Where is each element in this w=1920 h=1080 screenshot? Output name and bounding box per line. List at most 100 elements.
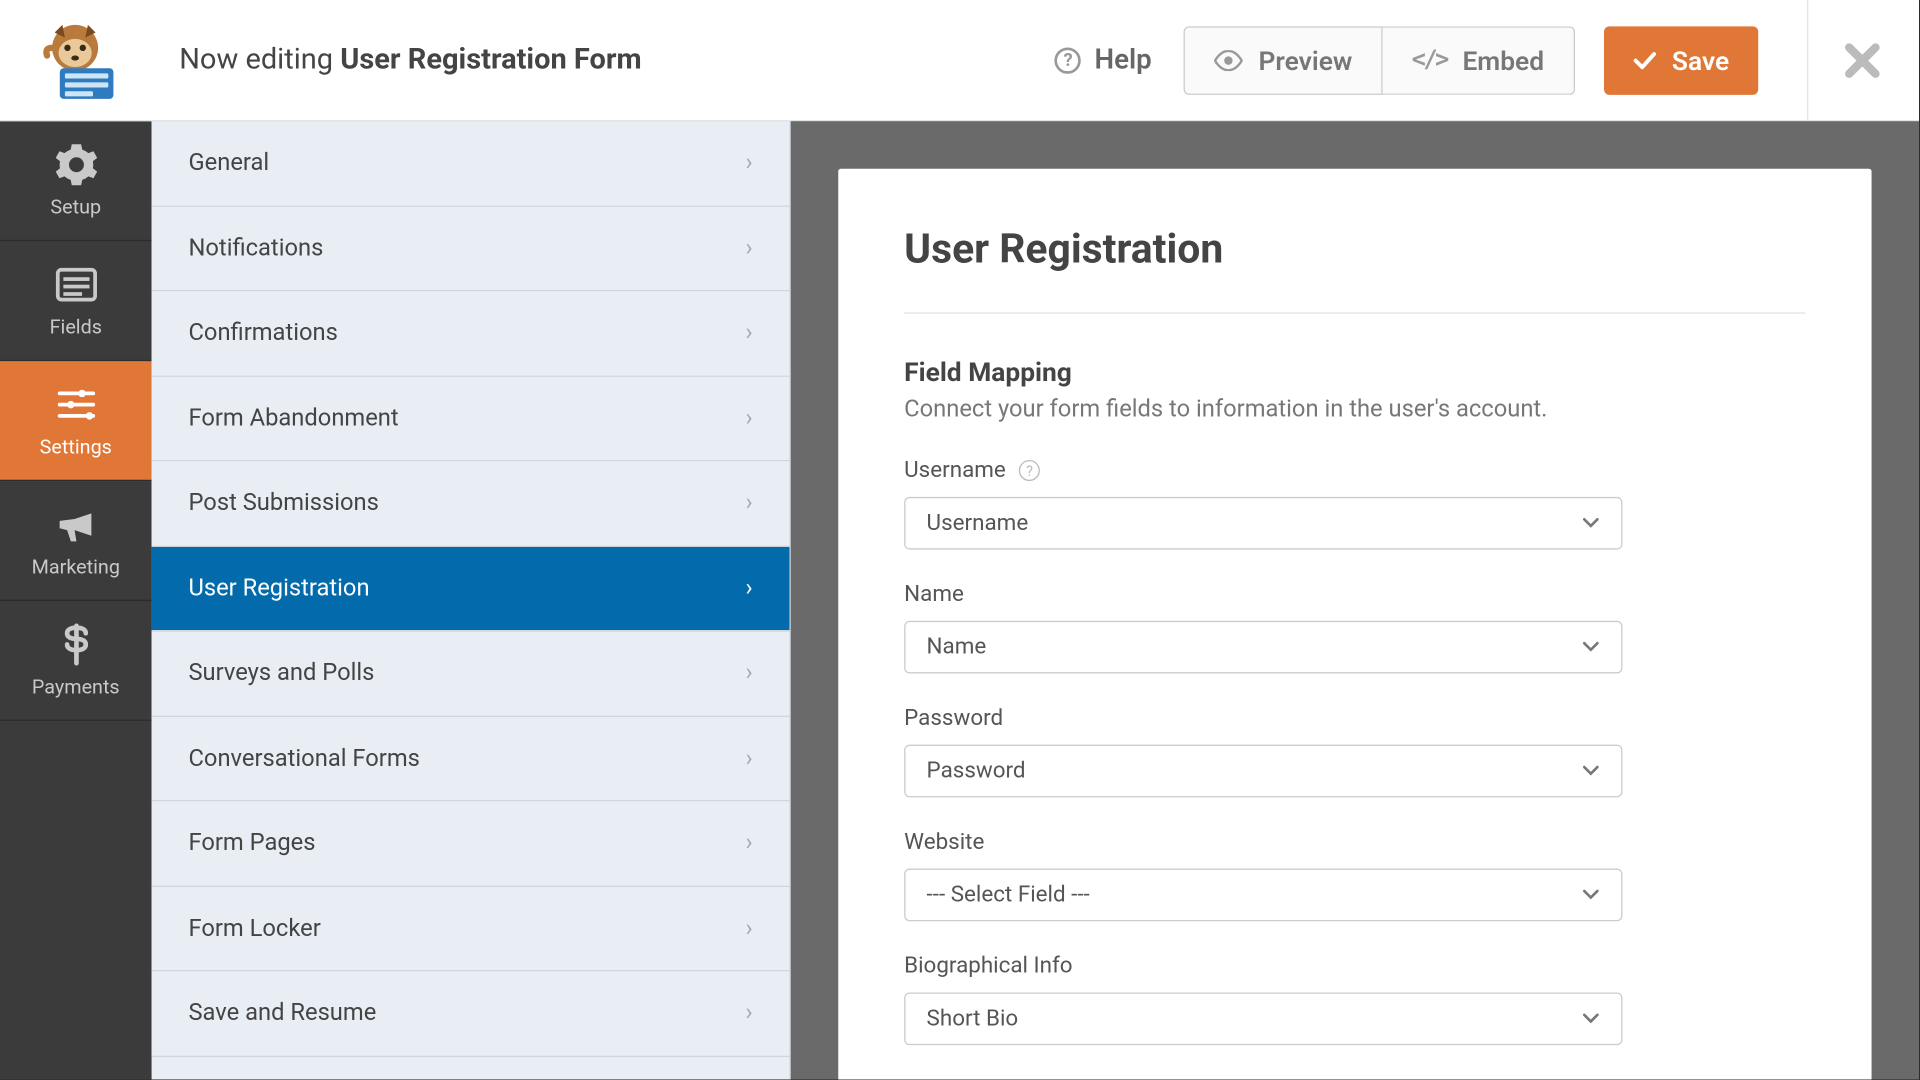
- username-select[interactable]: Username: [904, 497, 1622, 550]
- preview-label: Preview: [1258, 44, 1352, 76]
- select-value: Password: [927, 758, 1026, 784]
- field-mapping-website: Website --- Select Field ---: [904, 829, 1806, 921]
- submenu-item-confirmations[interactable]: Confirmations›: [152, 291, 790, 376]
- gear-icon: [53, 142, 98, 187]
- sidebar-item-fields[interactable]: Fields: [0, 241, 152, 361]
- save-button[interactable]: Save: [1603, 26, 1758, 95]
- submenu-label: Notifications: [188, 234, 323, 262]
- close-icon[interactable]: [1843, 40, 1883, 80]
- submenu-label: Form Pages: [188, 829, 315, 857]
- section-title: Field Mapping: [904, 356, 1806, 388]
- sidebar-label: Payments: [32, 675, 120, 699]
- submenu-item-notifications[interactable]: Notifications ›: [152, 206, 790, 291]
- chevron-right-icon: ›: [745, 574, 752, 602]
- chevron-right-icon: ›: [745, 914, 752, 942]
- submenu-label: User Registration: [188, 574, 369, 602]
- submenu-item-form-abandonment[interactable]: Form Abandonment ›: [152, 376, 790, 461]
- preview-embed-group: Preview </> Embed: [1183, 26, 1574, 95]
- sidebar-label: Setup: [50, 195, 101, 219]
- select-value: Username: [927, 510, 1029, 536]
- sidebar-item-setup[interactable]: Setup: [0, 121, 152, 241]
- select-value: Short Bio: [927, 1006, 1019, 1032]
- editing-prefix: Now editing: [179, 43, 340, 76]
- submenu-label: Post Submissions: [188, 489, 378, 517]
- submenu-item-general[interactable]: General ›: [152, 121, 790, 206]
- editing-status: Now editing User Registration Form: [179, 43, 641, 76]
- chevron-right-icon: ›: [745, 319, 752, 347]
- dollar-icon: [53, 622, 98, 667]
- submenu-label: Conversational Forms: [188, 744, 419, 772]
- help-link[interactable]: ? Help: [1055, 44, 1152, 76]
- submenu-item-conversational-forms[interactable]: Conversational Forms ›: [152, 716, 790, 801]
- chevron-right-icon: ›: [745, 744, 752, 772]
- preview-button[interactable]: Preview: [1183, 26, 1382, 95]
- divider: [904, 312, 1806, 313]
- chevron-right-icon: ›: [745, 404, 752, 432]
- field-mapping-bio: Biographical Info Short Bio: [904, 953, 1806, 1045]
- sidebar-item-payments[interactable]: Payments: [0, 601, 152, 721]
- settings-submenu: General › Notifications › Confirmations› F…: [152, 121, 791, 1079]
- field-label: Biographical Info: [904, 953, 1072, 979]
- help-icon: ?: [1055, 47, 1081, 73]
- bio-select[interactable]: Short Bio: [904, 992, 1622, 1045]
- code-icon: </>: [1412, 46, 1447, 74]
- sidebar-label: Fields: [50, 315, 102, 339]
- field-label: Username: [904, 457, 1006, 483]
- list-icon: [53, 262, 98, 307]
- submenu-label: Surveys and Polls: [188, 659, 374, 687]
- app-logo: [24, 19, 127, 101]
- sidebar-item-marketing[interactable]: Marketing: [0, 481, 152, 601]
- save-label: Save: [1672, 44, 1729, 76]
- embed-label: Embed: [1462, 44, 1544, 76]
- submenu-item-save-and-resume[interactable]: Save and Resume ›: [152, 971, 790, 1056]
- form-name: User Registration Form: [340, 43, 641, 76]
- chevron-down-icon: [1582, 888, 1600, 901]
- field-mapping-username: Username ? Username: [904, 457, 1806, 549]
- submenu-label: Save and Resume: [188, 999, 376, 1027]
- chevron-right-icon: ›: [745, 149, 752, 177]
- builder-canvas: User Registration Field Mapping Connect …: [791, 121, 1919, 1079]
- form-builder-topbar: Now editing User Registration Form ? Hel…: [0, 0, 1919, 121]
- select-value: Name: [927, 634, 987, 660]
- chevron-right-icon: ›: [745, 489, 752, 517]
- divider: [1807, 0, 1808, 120]
- chevron-down-icon: [1582, 764, 1600, 777]
- chevron-down-icon: [1582, 517, 1600, 530]
- primary-sidebar: Setup Fields Settings Marketing Payments: [0, 121, 152, 1079]
- chevron-down-icon: [1582, 1012, 1600, 1025]
- sidebar-label: Marketing: [32, 555, 120, 579]
- field-mapping-name: Name Name: [904, 581, 1806, 673]
- chevron-right-icon: ›: [745, 999, 752, 1027]
- select-value: --- Select Field ---: [927, 882, 1090, 908]
- name-select[interactable]: Name: [904, 621, 1622, 674]
- sidebar-label: Settings: [40, 435, 112, 459]
- bullhorn-icon: [53, 502, 98, 547]
- help-label: Help: [1094, 44, 1151, 76]
- chevron-down-icon: [1582, 641, 1600, 654]
- submenu-item-user-registration[interactable]: User Registration ›: [152, 546, 790, 631]
- chevron-right-icon: ›: [745, 234, 752, 262]
- panel-title: User Registration: [904, 224, 1806, 273]
- chevron-right-icon: ›: [745, 829, 752, 857]
- user-registration-panel: User Registration Field Mapping Connect …: [838, 169, 1871, 1080]
- password-select[interactable]: Password: [904, 745, 1622, 798]
- submenu-label: Form Locker: [188, 914, 320, 942]
- field-label: Name: [904, 581, 964, 607]
- field-mapping-password: Password Password: [904, 705, 1806, 797]
- submenu-item-surveys-and-polls[interactable]: Surveys and Polls ›: [152, 631, 790, 716]
- field-label: Password: [904, 705, 1003, 731]
- check-icon: [1632, 51, 1656, 69]
- sidebar-item-settings[interactable]: Settings: [0, 361, 152, 481]
- website-select[interactable]: --- Select Field ---: [904, 869, 1622, 922]
- chevron-right-icon: ›: [745, 659, 752, 687]
- submenu-label: General: [188, 149, 269, 177]
- submenu-item-post-submissions[interactable]: Post Submissions ›: [152, 461, 790, 546]
- submenu-item-form-pages[interactable]: Form Pages ›: [152, 801, 790, 886]
- embed-button[interactable]: </> Embed: [1383, 26, 1575, 95]
- field-label: Website: [904, 829, 984, 855]
- help-icon[interactable]: ?: [1019, 460, 1040, 481]
- submenu-label: Form Abandonment: [188, 404, 398, 432]
- section-description: Connect your form fields to information …: [904, 395, 1806, 423]
- eye-icon: [1214, 49, 1243, 70]
- submenu-item-form-locker[interactable]: Form Locker ›: [152, 886, 790, 971]
